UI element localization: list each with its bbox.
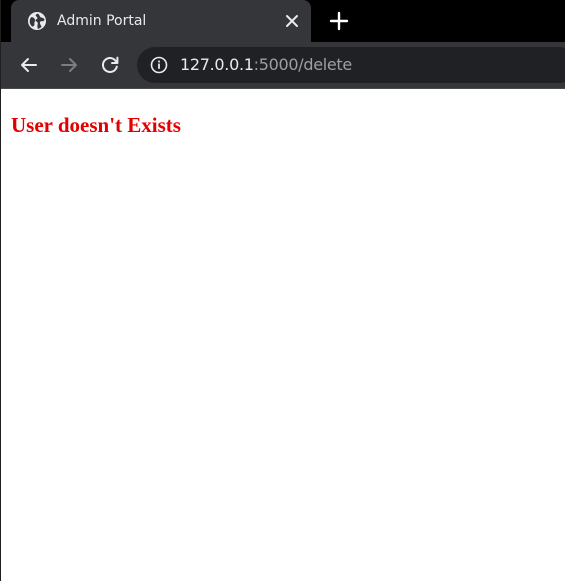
page-content: User doesn't Exists [1, 89, 565, 581]
address-url[interactable]: 127.0.0.1:5000/delete [180, 55, 352, 75]
url-path: :5000/delete [253, 55, 353, 74]
url-host: 127.0.0.1 [180, 55, 254, 74]
globe-icon [28, 12, 46, 30]
browser-tab[interactable]: Admin Portal [11, 0, 311, 42]
address-bar[interactable]: 127.0.0.1:5000/delete [137, 47, 565, 83]
forward-arrow-icon[interactable] [57, 53, 81, 77]
tab-title: Admin Portal [57, 13, 147, 29]
error-message: User doesn't Exists [11, 113, 181, 137]
reload-icon[interactable] [98, 53, 122, 77]
tab-strip: Admin Portal [1, 0, 565, 42]
browser-toolbar: 127.0.0.1:5000/delete [1, 42, 565, 88]
info-icon[interactable] [150, 56, 168, 74]
back-arrow-icon[interactable] [17, 53, 41, 77]
browser-window: Admin Portal 127.0.0.1:5000/delete User … [0, 0, 565, 581]
close-icon[interactable] [283, 12, 301, 30]
plus-icon[interactable] [327, 9, 351, 33]
